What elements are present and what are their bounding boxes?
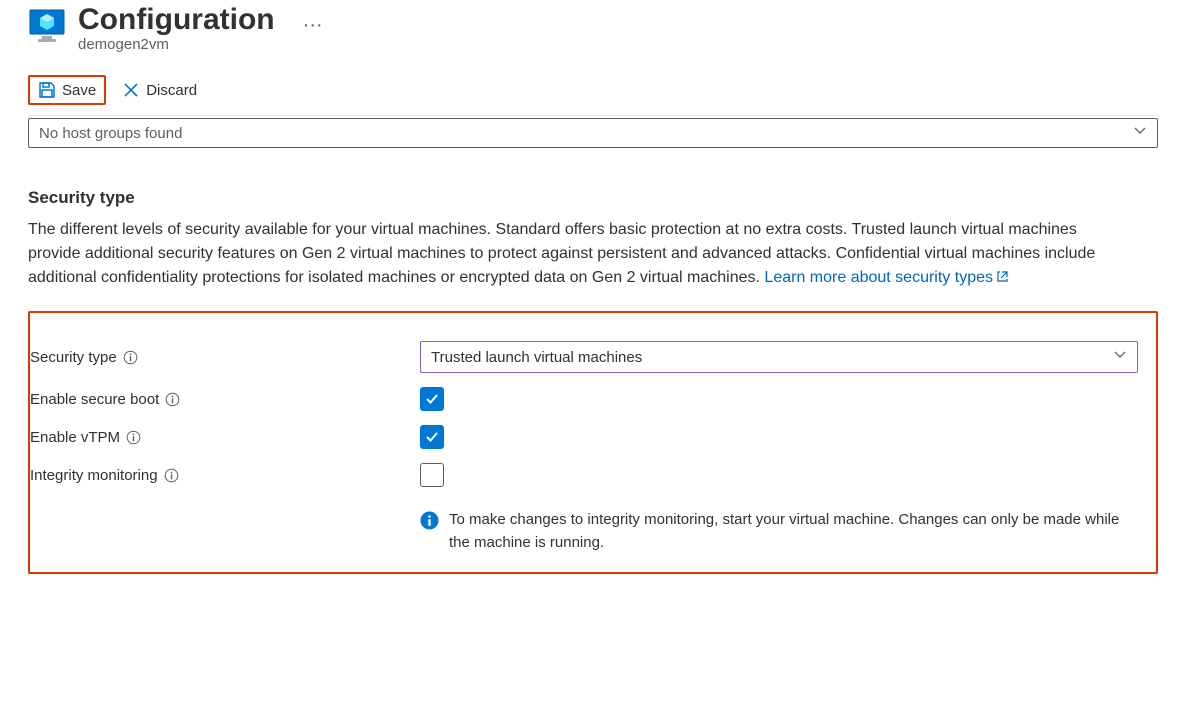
close-icon bbox=[122, 81, 140, 99]
integrity-note: To make changes to integrity monitoring,… bbox=[420, 509, 1120, 554]
security-type-select[interactable]: Trusted launch virtual machines bbox=[420, 341, 1138, 373]
info-filled-icon bbox=[420, 511, 439, 538]
save-label: Save bbox=[62, 82, 96, 99]
security-type-row: Security type Trusted launch virtual mac… bbox=[30, 341, 1138, 373]
host-group-select[interactable]: No host groups found bbox=[28, 118, 1158, 148]
enable-secure-boot-label: Enable secure boot bbox=[30, 391, 159, 408]
save-button[interactable]: Save bbox=[28, 75, 106, 105]
info-icon[interactable] bbox=[126, 430, 141, 445]
info-icon[interactable] bbox=[164, 468, 179, 483]
toolbar: Save Discard bbox=[28, 75, 1158, 116]
security-config-panel: Security type Trusted launch virtual mac… bbox=[28, 311, 1158, 574]
info-icon[interactable] bbox=[123, 350, 138, 365]
enable-secure-boot-row: Enable secure boot bbox=[30, 387, 1138, 411]
discard-label: Discard bbox=[146, 82, 197, 99]
security-type-label: Security type bbox=[30, 349, 117, 366]
enable-secure-boot-checkbox[interactable] bbox=[420, 387, 444, 411]
enable-vtpm-label: Enable vTPM bbox=[30, 429, 120, 446]
external-link-icon bbox=[996, 267, 1009, 291]
security-type-heading: Security type bbox=[28, 188, 1158, 208]
host-group-placeholder: No host groups found bbox=[39, 125, 182, 142]
info-icon[interactable] bbox=[165, 392, 180, 407]
integrity-monitoring-checkbox[interactable] bbox=[420, 463, 444, 487]
chevron-down-icon bbox=[1113, 348, 1127, 366]
integrity-monitoring-label: Integrity monitoring bbox=[30, 467, 158, 484]
page-title: Configuration bbox=[78, 2, 275, 38]
page-subtitle: demogen2vm bbox=[78, 36, 275, 53]
integrity-monitoring-row: Integrity monitoring bbox=[30, 463, 1138, 487]
save-icon bbox=[38, 81, 56, 99]
page-header: Configuration demogen2vm ··· bbox=[28, 0, 1158, 53]
chevron-down-icon bbox=[1133, 124, 1147, 142]
security-type-value: Trusted launch virtual machines bbox=[431, 349, 642, 366]
vm-icon bbox=[28, 8, 66, 45]
enable-vtpm-row: Enable vTPM bbox=[30, 425, 1138, 449]
enable-vtpm-checkbox[interactable] bbox=[420, 425, 444, 449]
discard-button[interactable]: Discard bbox=[112, 75, 207, 105]
security-type-description: The different levels of security availab… bbox=[28, 218, 1128, 291]
learn-more-link[interactable]: Learn more about security types bbox=[764, 269, 1009, 286]
integrity-note-text: To make changes to integrity monitoring,… bbox=[449, 509, 1120, 554]
more-actions-button[interactable]: ··· bbox=[303, 14, 323, 37]
